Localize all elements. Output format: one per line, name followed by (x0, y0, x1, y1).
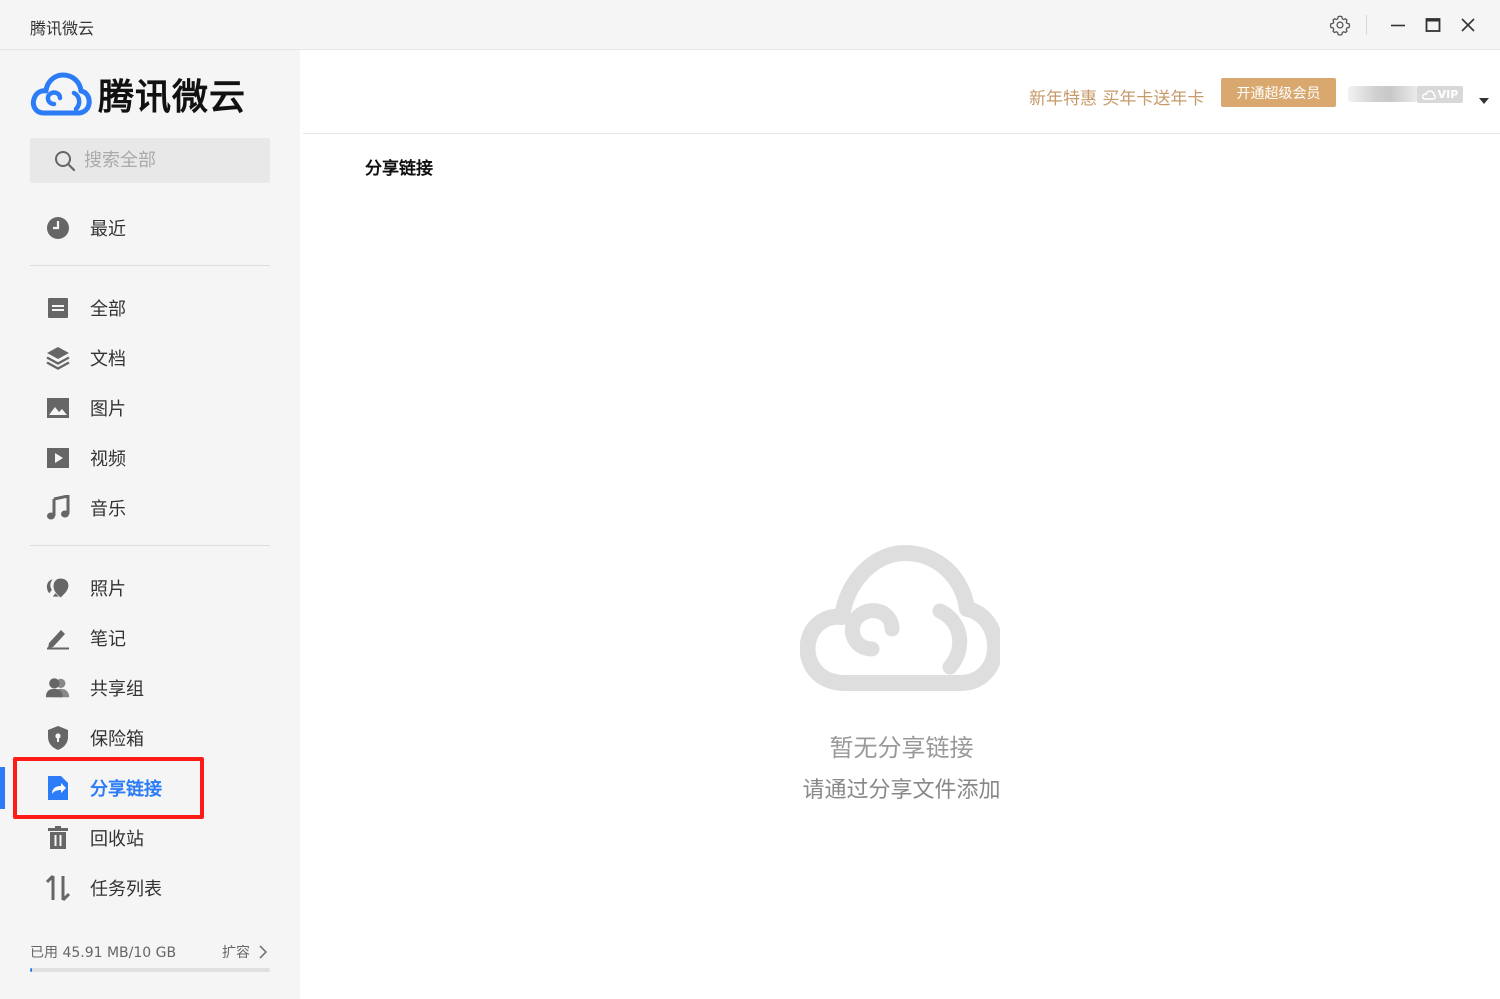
cloud-logo-icon (30, 72, 92, 116)
layers-icon (45, 345, 71, 371)
sidebar-item-shared-group[interactable]: 共享组 (0, 667, 300, 709)
search-box[interactable] (30, 138, 270, 183)
shield-icon (45, 725, 71, 751)
clock-icon (45, 215, 71, 241)
search-icon (55, 150, 76, 171)
maximize-icon (1425, 18, 1441, 32)
storage-info: 已用 45.91 MB/10 GB 扩容 (30, 942, 270, 962)
sidebar-divider (30, 545, 270, 546)
title-bar: 腾讯微云 (0, 0, 1500, 50)
pen-icon (45, 625, 71, 651)
sidebar-item-label: 最近 (90, 219, 126, 240)
sidebar-item-task-list[interactable]: 任务列表 (0, 867, 300, 909)
title-separator (1366, 15, 1367, 35)
gear-icon (1329, 15, 1351, 36)
search-input[interactable] (84, 150, 254, 171)
sidebar-item-music[interactable]: 音乐 (0, 487, 300, 529)
expand-storage-label: 扩容 (222, 945, 250, 961)
minimize-button[interactable] (1385, 12, 1411, 38)
logo-text: 腾讯微云 (98, 77, 247, 118)
storage-used-text: 已用 45.91 MB/10 GB (30, 945, 177, 961)
page-title: 分享链接 (365, 159, 433, 179)
sidebar-item-label: 照片 (90, 579, 126, 600)
sidebar-item-label: 文档 (90, 349, 126, 370)
vip-badge-text: VIP (1437, 88, 1459, 101)
close-icon (1461, 18, 1475, 32)
users-icon (45, 675, 71, 701)
sidebar-divider (30, 265, 270, 266)
chevron-right-icon (259, 945, 268, 959)
document-icon (45, 295, 71, 321)
top-bar: 新年特惠 买年卡送年卡 开通超级会员 VIP (303, 50, 1500, 134)
sidebar: 腾讯微云 最近 全部 文档 图片 (0, 50, 300, 999)
music-icon (45, 495, 71, 521)
sidebar-item-videos[interactable]: 视频 (0, 437, 300, 479)
sidebar-item-vault[interactable]: 保险箱 (0, 717, 300, 759)
video-icon (45, 445, 71, 471)
sidebar-item-label: 共享组 (90, 679, 144, 700)
vip-badge: VIP (1417, 86, 1463, 103)
sidebar-item-all[interactable]: 全部 (0, 287, 300, 329)
user-name-blurred[interactable] (1348, 86, 1418, 102)
sidebar-item-label: 笔记 (90, 629, 126, 650)
app-logo: 腾讯微云 (30, 68, 246, 120)
maximize-button[interactable] (1420, 12, 1446, 38)
sidebar-item-label: 保险箱 (90, 729, 144, 750)
sidebar-item-label: 图片 (90, 399, 126, 420)
sidebar-item-label: 音乐 (90, 499, 126, 520)
cloud-icon (1421, 89, 1436, 100)
sidebar-item-recent[interactable]: 最近 (0, 207, 300, 249)
sidebar-item-photos[interactable]: 照片 (0, 567, 300, 609)
highlight-annotation (13, 757, 204, 819)
storage-progress-fill (30, 968, 33, 972)
close-button[interactable] (1455, 12, 1481, 38)
transfer-icon (45, 875, 71, 901)
sidebar-item-label: 视频 (90, 449, 126, 470)
empty-state-title: 暂无分享链接 (829, 734, 974, 762)
caret-down-icon (1479, 98, 1489, 104)
upgrade-vip-button[interactable]: 开通超级会员 (1221, 78, 1336, 107)
expand-storage-button[interactable]: 扩容 (222, 942, 270, 962)
sidebar-item-label: 任务列表 (90, 879, 162, 900)
photos-icon (45, 575, 71, 601)
sidebar-item-images[interactable]: 图片 (0, 387, 300, 429)
sidebar-item-recycle-bin[interactable]: 回收站 (0, 817, 300, 859)
sidebar-item-notes[interactable]: 笔记 (0, 617, 300, 659)
empty-state-subtitle: 请通过分享文件添加 (802, 778, 1001, 803)
image-icon (45, 395, 71, 421)
sidebar-item-label: 回收站 (90, 829, 144, 850)
user-menu-toggle[interactable] (1478, 90, 1490, 109)
empty-state-cloud-icon (800, 545, 1000, 691)
sidebar-item-label: 全部 (90, 299, 126, 320)
minimize-icon (1391, 24, 1405, 27)
window-title: 腾讯微云 (30, 19, 95, 38)
main-panel: 新年特惠 买年卡送年卡 开通超级会员 VIP 分享链接 暂无分享链接 请通过分享… (303, 50, 1500, 999)
storage-progress-bar (30, 968, 270, 972)
promo-link[interactable]: 新年特惠 买年卡送年卡 (1029, 84, 1204, 109)
sidebar-item-docs[interactable]: 文档 (0, 337, 300, 379)
settings-button[interactable] (1327, 12, 1353, 38)
trash-icon (45, 825, 71, 851)
